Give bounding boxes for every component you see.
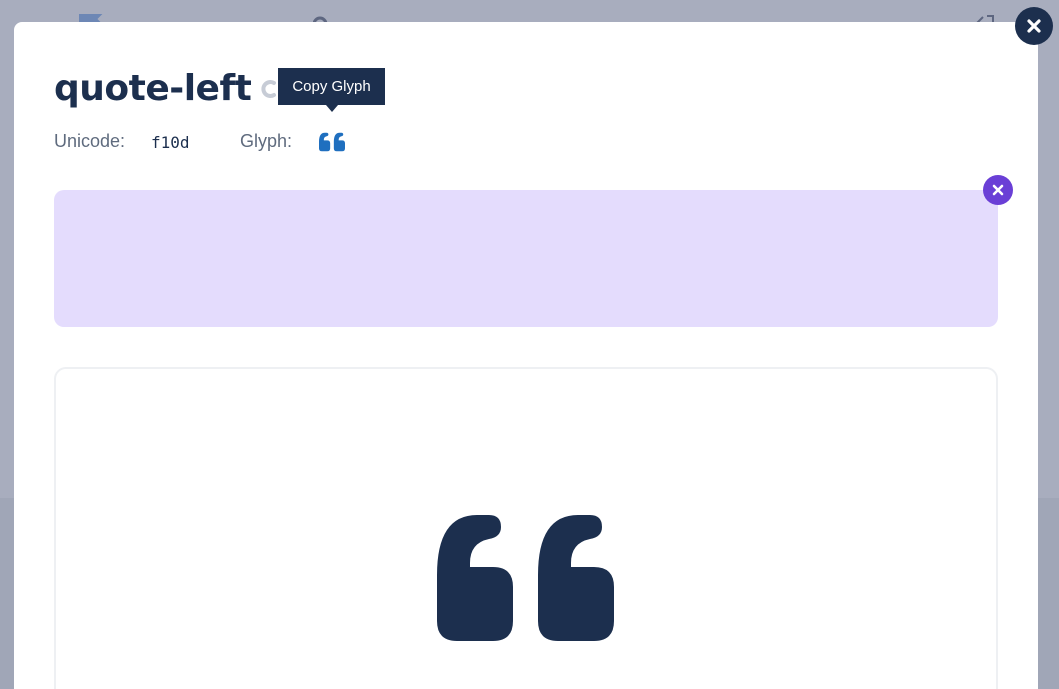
tooltip-arrow [326, 105, 338, 112]
glyph-label: Glyph: [240, 131, 293, 151]
close-icon [992, 184, 1004, 196]
ad-close-button[interactable] [983, 175, 1013, 205]
modal-close-button[interactable] [1015, 7, 1053, 45]
ad-banner[interactable] [54, 190, 998, 327]
unicode-label: Unicode: [54, 131, 126, 151]
close-icon [1027, 19, 1041, 33]
icon-name-title: quote-left [54, 68, 252, 109]
copy-glyph-tooltip: Copy Glyph [278, 68, 385, 105]
quote-left-icon [437, 515, 614, 641]
unicode-value[interactable]: f10d [151, 133, 190, 152]
quote-left-icon[interactable] [319, 131, 345, 153]
